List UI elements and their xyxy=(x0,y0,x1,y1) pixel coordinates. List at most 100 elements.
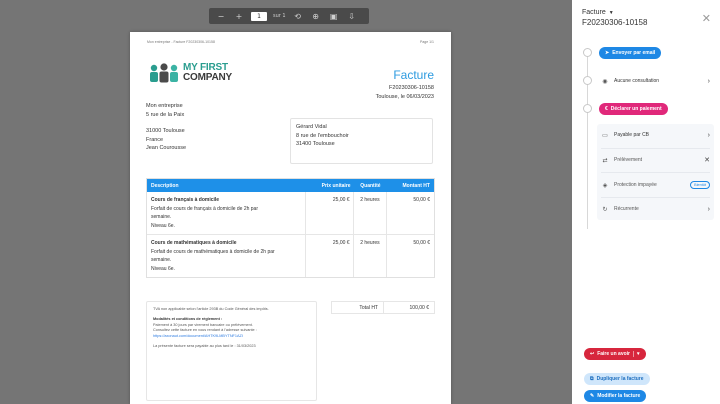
sender-country: France xyxy=(146,136,164,143)
pdf-toolbar: − + 1 sur 1 ⟲ ⊕ ▣ ⇩ xyxy=(209,8,369,24)
invoice-meta: F20230306-10158 Toulouse, le 06/03/2023 xyxy=(376,84,434,102)
pdf-viewer[interactable]: − + 1 sur 1 ⟲ ⊕ ▣ ⇩ Mon entreprise - Fac… xyxy=(0,0,572,404)
declare-payment-label: Déclarer un paiement xyxy=(610,106,662,112)
send-email-button[interactable]: ➤ Envoyer par email xyxy=(599,47,662,59)
row-title: Cours de mathématiques à domicile xyxy=(151,240,237,246)
row-line: semaine. xyxy=(151,257,172,263)
credit-note-label: Faire un avoir xyxy=(597,351,630,357)
row-unit-price: 25,00 € xyxy=(306,235,354,277)
timeline-dot xyxy=(583,104,592,113)
conditions-title: Modalités et conditions de règlement : xyxy=(153,316,223,321)
column-header: Description xyxy=(151,182,179,189)
page-total: sur 1 xyxy=(273,13,286,19)
declare-payment-button[interactable]: € Déclarer un paiement xyxy=(599,103,668,115)
panel-type-label: Facture xyxy=(582,9,606,16)
print-icon[interactable]: ▣ xyxy=(328,10,340,22)
payment-options: ▭ Payable par CB › ⇄ Prélèvement ✕ ◈ Pro… xyxy=(597,124,714,220)
consultation-label: Aucune consultation xyxy=(614,78,660,84)
column-header: Prix unitaire xyxy=(321,182,351,189)
row-line: Forfait de cours de français à domicile … xyxy=(151,205,258,212)
prelevement-label: Prélèvement xyxy=(614,157,643,163)
edit-invoice-button[interactable]: ✎ Modifier la facture xyxy=(584,390,647,402)
transfer-icon: ⇄ xyxy=(602,157,608,164)
logo-text: MY FIRST COMPANY xyxy=(183,63,232,83)
sender-contact: Jean Courousse xyxy=(146,145,187,151)
row-line: Niveau 6e. xyxy=(151,265,175,272)
invoice-place-date: Toulouse, le 06/03/2023 xyxy=(375,94,434,100)
caret-down-icon: ▼ xyxy=(608,10,614,16)
credit-card-icon: ▭ xyxy=(602,132,608,139)
send-icon: ➤ xyxy=(605,50,610,56)
timeline-dot xyxy=(583,76,592,85)
company-logo: MY FIRST COMPANY xyxy=(148,62,232,84)
protection-row[interactable]: ◈ Protection impayée Bientôt xyxy=(597,174,714,196)
panel-invoice-number: F20230306-10158 xyxy=(582,18,648,27)
edit-invoice-label: Modifier la facture xyxy=(597,393,641,399)
row-line: Niveau 6e. xyxy=(151,222,175,229)
row-quantity: 2 heures xyxy=(354,192,388,234)
recipient-city: 31400 Toulouse xyxy=(296,141,335,147)
credit-note-icon: ↩ xyxy=(590,351,595,357)
table-row: Cours de français à domicile Forfait de … xyxy=(147,192,434,234)
duplicate-invoice-button[interactable]: ⧉ Dupliquer la facture xyxy=(584,373,650,385)
total-label: Total HT xyxy=(332,302,384,313)
row-line: Forfait de cours de mathématiques à domi… xyxy=(151,248,275,255)
row-unit-price: 25,00 € xyxy=(306,192,354,234)
invoice-side-panel: Facture ▼ F20230306-10158 ✕ ➤ Envoyer par… xyxy=(572,0,720,404)
chevron-right-icon: › xyxy=(707,205,710,213)
page-number-input[interactable]: 1 xyxy=(251,11,267,21)
recipient-name: Gérard Vidal xyxy=(296,124,327,130)
zoom-icon[interactable]: ⊕ xyxy=(310,10,322,22)
close-small-icon[interactable]: ✕ xyxy=(704,156,710,164)
prelevement-row[interactable]: ⇄ Prélèvement ✕ xyxy=(597,149,714,171)
page-header-left: Mon entreprise - Facture F20230306-10158 xyxy=(147,40,215,44)
send-email-label: Envoyer par email xyxy=(612,50,656,56)
plus-icon[interactable]: + xyxy=(233,10,245,22)
eye-icon: ◉ xyxy=(602,78,608,85)
row-description: Cours de français à domicile Forfait de … xyxy=(147,192,306,234)
recurrence-row[interactable]: ↻ Récurrente › xyxy=(597,198,714,220)
sender-address: Mon entreprise 5 rue de la Paix 31000 To… xyxy=(146,102,186,153)
invoice-number: F20230306-10158 xyxy=(389,85,434,91)
page-header: Mon entreprise - Facture F20230306-10158… xyxy=(147,40,434,44)
sender-name: Mon entreprise xyxy=(146,103,183,109)
chevron-right-icon: › xyxy=(707,131,710,139)
panel-type-selector[interactable]: Facture ▼ xyxy=(582,9,614,16)
minus-icon[interactable]: − xyxy=(215,10,227,22)
payment-notes: TVA non applicable selon l'article 293B … xyxy=(146,301,317,401)
timeline-dot xyxy=(583,48,592,57)
row-quantity: 2 heures xyxy=(354,235,388,277)
pencil-icon: ✎ xyxy=(590,393,595,399)
recurrence-label: Récurrente xyxy=(614,206,639,212)
people-logo-icon xyxy=(150,63,178,83)
table-row: Cours de mathématiques à domicile Forfai… xyxy=(147,234,434,277)
repeat-icon: ↻ xyxy=(602,206,608,213)
duplicate-icon: ⧉ xyxy=(590,376,594,382)
row-line: semaine. xyxy=(151,214,172,220)
due-date-note: La présente facture sera payable au plus… xyxy=(153,343,256,348)
euro-icon: € xyxy=(605,106,608,112)
credit-note-button[interactable]: ↩ Faire un avoir ▾ xyxy=(584,348,646,360)
consultation-row[interactable]: ◉ Aucune consultation › xyxy=(597,70,714,92)
rotate-icon[interactable]: ⟲ xyxy=(292,10,304,22)
coming-soon-badge: Bientôt xyxy=(690,181,710,189)
invoice-table: Description Prix unitaire Quantité Monta… xyxy=(146,178,435,278)
total-value: 100,00 € xyxy=(409,304,429,311)
row-description: Cours de mathématiques à domicile Forfai… xyxy=(147,235,306,277)
protection-label: Protection impayée xyxy=(614,182,657,188)
download-icon[interactable]: ⇩ xyxy=(346,10,358,22)
chevron-right-icon: › xyxy=(707,77,710,85)
pay-by-card-label: Payable par CB xyxy=(614,132,650,138)
pay-by-card-row[interactable]: ▭ Payable par CB › xyxy=(597,124,714,146)
close-icon[interactable]: ✕ xyxy=(702,12,711,25)
dropdown-caret-icon[interactable]: ▾ xyxy=(633,351,640,357)
invoice-title: Facture xyxy=(393,68,434,82)
row-amount: 50,00 € xyxy=(413,240,430,246)
shield-icon: ◈ xyxy=(602,182,608,189)
page-header-right: Page 1/1 xyxy=(419,40,434,44)
row-title: Cours de français à domicile xyxy=(151,197,220,203)
sender-city: 31000 Toulouse xyxy=(146,128,185,134)
invoice-page: Mon entreprise - Facture F20230306-10158… xyxy=(130,32,451,404)
recipient-street: 8 rue de l'embouchoir xyxy=(296,132,349,139)
sender-street: 5 rue de la Paix xyxy=(146,111,185,118)
